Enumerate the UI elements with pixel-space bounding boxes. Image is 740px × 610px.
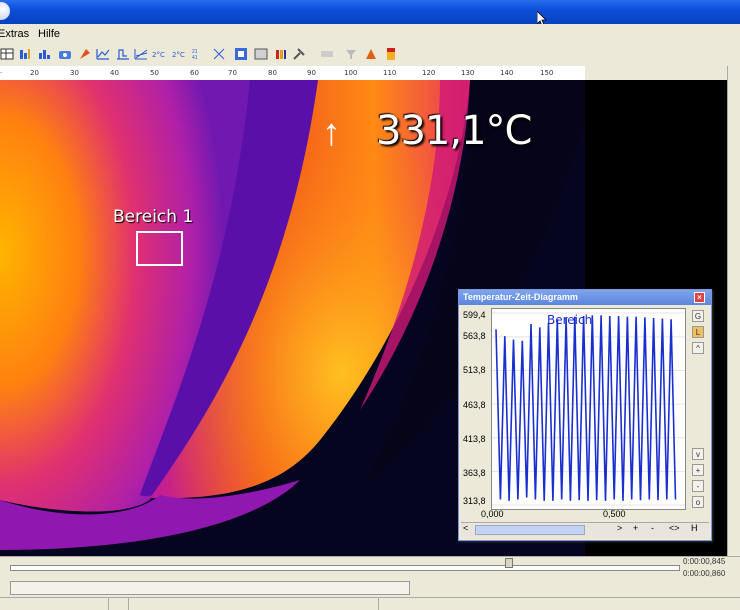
tools-icon[interactable]: [292, 47, 306, 61]
zoom-in-y-button[interactable]: +: [692, 464, 704, 476]
y-tick-label: 463,8: [463, 400, 486, 410]
temp-unit-icon[interactable]: 2°C: [172, 47, 186, 61]
scrollbar-thumb[interactable]: [475, 525, 585, 535]
menu-bar: Extras Hilfe: [0, 24, 740, 44]
zoom-out-y-button[interactable]: -: [692, 480, 704, 492]
trend-icon[interactable]: [134, 47, 148, 61]
ruler-end-strip: [585, 66, 727, 80]
ruler-tick: 20: [30, 69, 39, 77]
y-tick-label: 599,4: [463, 310, 486, 320]
y-tick-label: 363,8: [463, 468, 486, 478]
histogram-icon[interactable]: [38, 47, 52, 61]
side-panel: [727, 66, 740, 556]
series-label: Bereich: [547, 313, 592, 327]
zoom-fit-icon[interactable]: [234, 47, 248, 61]
diagram-title: Temperatur-Zeit-Diagramm: [463, 292, 578, 302]
timeline-track[interactable]: [10, 565, 680, 571]
y-tick-label: 313,8: [463, 496, 486, 506]
color-scale-icon[interactable]: [384, 47, 398, 61]
ruler-tick: 120: [422, 69, 436, 77]
time-readout-current: 0:00:00,845: [683, 557, 726, 566]
time-readout-total: 0:00:00,860: [683, 569, 726, 578]
diagram-close-button[interactable]: ×: [694, 292, 705, 303]
ruler-tick: 40: [110, 69, 119, 77]
status-segment: [0, 598, 109, 610]
scroll-right-button[interactable]: >: [617, 523, 622, 533]
reset-y-button[interactable]: o: [692, 496, 704, 508]
legend-toggle-button[interactable]: L: [692, 326, 704, 338]
svg-text:41: 41: [192, 55, 198, 61]
ruler-tick: 100: [344, 69, 358, 77]
zoom-out-x-button[interactable]: -: [651, 523, 654, 533]
chart-plot-area[interactable]: Bereich: [491, 308, 686, 510]
hot-spot-icon[interactable]: [364, 47, 378, 61]
status-segment: [108, 598, 129, 610]
camera-icon[interactable]: [58, 47, 72, 61]
region-1-label: Bereich 1: [113, 207, 194, 227]
max-temp-arrow-icon: ↑: [322, 112, 341, 154]
bar-chart-icon[interactable]: [18, 47, 32, 61]
y-tick-label: 513,8: [463, 365, 486, 375]
fit-x-button[interactable]: <>: [669, 523, 680, 533]
diagram-side-buttons: G L ^ v + - o: [689, 308, 707, 508]
marker-icon[interactable]: [78, 47, 92, 61]
scroll-down-button[interactable]: v: [692, 448, 704, 460]
grid-toggle-button[interactable]: G: [692, 310, 704, 322]
timeline-scrollbar[interactable]: [10, 581, 410, 595]
ruler-tick: 90: [307, 69, 316, 77]
x-tick-label: 0,000: [481, 509, 504, 519]
ruler-tick: 80: [268, 69, 277, 77]
ruler-tick: 60: [190, 69, 199, 77]
scroll-up-button[interactable]: ^: [692, 342, 704, 354]
max-temp-label: 331,1°C: [376, 108, 532, 154]
matrix-values-icon[interactable]: 2141: [192, 47, 206, 61]
temp-unit-c-icon[interactable]: 2°C: [152, 47, 166, 61]
ruler-tick: 110: [383, 69, 397, 77]
line-chart-icon[interactable]: [96, 47, 110, 61]
zoom-in-x-button[interactable]: +: [633, 523, 638, 533]
ruler-tick: 30: [70, 69, 79, 77]
ruler-tick: 150: [540, 69, 554, 77]
status-bar: [0, 597, 740, 610]
chart-svg: Bereich: [492, 312, 685, 506]
svg-text:2°C: 2°C: [172, 51, 185, 59]
image-icon[interactable]: [254, 47, 268, 61]
window-titlebar: [0, 0, 740, 27]
status-segment: [128, 598, 379, 610]
y-tick-label: 413,8: [463, 434, 486, 444]
ruler-tick: 140: [500, 69, 514, 77]
timeline-slider-knob[interactable]: [505, 558, 513, 568]
series-line-bereich: [495, 315, 677, 501]
filter-icon[interactable]: [344, 47, 358, 61]
ruler-tick: 130: [461, 69, 475, 77]
temperature-time-diagram-window[interactable]: Temperatur-Zeit-Diagramm × 599,4 563,8 5…: [458, 289, 712, 541]
menu-extras[interactable]: Extras: [0, 28, 29, 40]
diagram-titlebar[interactable]: Temperatur-Zeit-Diagramm ×: [459, 290, 711, 305]
pixel-grid-icon[interactable]: [212, 47, 226, 61]
x-tick-label: 0,500: [603, 509, 626, 519]
toolbar: 2°C 2°C 21 41: [0, 44, 740, 67]
app-icon[interactable]: [0, 2, 10, 20]
palette-icon[interactable]: [274, 47, 288, 61]
region-1-box[interactable]: [136, 231, 183, 266]
scroll-left-button[interactable]: <: [463, 523, 468, 533]
profile-chart-icon[interactable]: [116, 47, 130, 61]
svg-text:2°C: 2°C: [152, 51, 165, 59]
y-tick-label: 563,8: [463, 331, 486, 341]
grid-tool-icon[interactable]: [0, 47, 14, 61]
menu-hilfe[interactable]: Hilfe: [38, 28, 60, 40]
horizontal-ruler: · 20 30 40 50 60 70 80 90 100 110 120 13…: [0, 66, 585, 81]
hold-button[interactable]: H: [691, 523, 698, 533]
disabled-tool-icon: [321, 51, 333, 57]
ruler-tick: 50: [150, 69, 159, 77]
ruler-tick: 70: [228, 69, 237, 77]
diagram-horizontal-scrollbar[interactable]: < > + - <> H: [461, 522, 709, 537]
